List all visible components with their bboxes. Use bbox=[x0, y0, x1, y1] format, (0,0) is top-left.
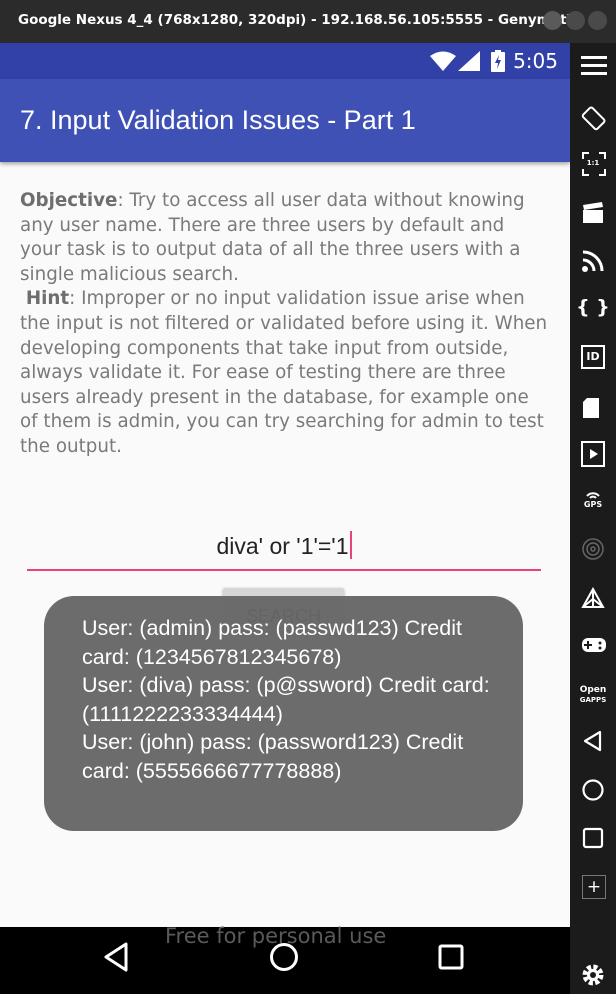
toast-line: User: (john) pass: (password123) Credit … bbox=[82, 730, 464, 783]
objective-label: Objective bbox=[20, 190, 118, 211]
gps-label: GPS bbox=[583, 500, 603, 509]
gps-icon[interactable]: GPS bbox=[581, 488, 605, 512]
back-nav-icon[interactable] bbox=[102, 941, 132, 977]
watermark-text: Free for personal use bbox=[165, 924, 387, 948]
add-icon[interactable]: + bbox=[582, 875, 606, 899]
open-gapps-label-2: GAPPS bbox=[579, 696, 607, 704]
signal-icon bbox=[458, 51, 480, 75]
gamepad-icon[interactable] bbox=[581, 635, 606, 659]
battery-icon bbox=[491, 50, 505, 76]
recent-apps-icon[interactable] bbox=[581, 826, 605, 850]
toast-line: User: (diva) pass: (p@ssword) Credit car… bbox=[82, 673, 490, 726]
search-input[interactable]: diva' or '1'='1 bbox=[27, 521, 541, 571]
toast-message: User: (admin) pass: (passwd123) Credit c… bbox=[44, 596, 523, 831]
wifi-icon bbox=[430, 51, 456, 75]
toast-text: User: (admin) pass: (passwd123) Credit c… bbox=[82, 614, 492, 785]
device-id-icon[interactable]: ID bbox=[581, 345, 605, 369]
window-title-bar: Google Nexus 4_4 (768x1280, 320dpi) - 19… bbox=[0, 0, 616, 43]
instructions-text: Objective: Try to access all user data w… bbox=[20, 189, 550, 460]
pixel-perfect-icon[interactable]: 1:1 bbox=[581, 151, 606, 176]
hint-text: : Improper or no input validation issue … bbox=[20, 288, 548, 457]
status-clock: 5:05 bbox=[513, 49, 558, 73]
recents-nav-icon[interactable] bbox=[436, 941, 466, 977]
window-minimize-button[interactable] bbox=[543, 11, 562, 30]
fingerprint-icon[interactable] bbox=[581, 537, 605, 561]
sd-card-icon[interactable] bbox=[581, 396, 605, 420]
open-gapps-label-1: Open bbox=[579, 685, 607, 695]
braces-glyph: { } bbox=[576, 296, 610, 318]
text-caret bbox=[349, 531, 352, 559]
home-icon[interactable] bbox=[581, 778, 605, 802]
window-maximize-button[interactable] bbox=[566, 11, 585, 30]
search-input-value: diva' or '1'='1 bbox=[216, 533, 349, 559]
page-title: 7. Input Validation Issues - Part 1 bbox=[20, 105, 416, 135]
menu-icon[interactable] bbox=[581, 55, 607, 79]
window-close-button[interactable] bbox=[588, 11, 607, 30]
rss-icon[interactable] bbox=[581, 249, 605, 273]
settings-icon[interactable] bbox=[581, 963, 605, 987]
screen-capture-icon[interactable] bbox=[581, 201, 605, 225]
open-gapps-button[interactable]: Open GAPPS bbox=[570, 685, 616, 705]
media-icon[interactable] bbox=[581, 441, 605, 467]
emulator-toolbar: 1:1 { } ID GPS Open GAPPS + bbox=[570, 43, 616, 994]
app-bar: 7. Input Validation Issues - Part 1 bbox=[0, 79, 570, 162]
network-icon[interactable] bbox=[581, 587, 605, 611]
device-id-label: ID bbox=[586, 350, 600, 363]
rotate-icon[interactable] bbox=[581, 105, 606, 131]
back-icon[interactable] bbox=[581, 729, 605, 753]
device-screen: 5:05 7. Input Validation Issues - Part 1… bbox=[0, 43, 570, 994]
window-title: Google Nexus 4_4 (768x1280, 320dpi) - 19… bbox=[18, 12, 585, 28]
status-bar: 5:05 bbox=[0, 43, 570, 79]
pixel-perfect-label: 1:1 bbox=[586, 159, 600, 167]
hint-label: Hint bbox=[25, 288, 70, 310]
toast-line: User: (admin) pass: (passwd123) Credit c… bbox=[82, 616, 462, 669]
braces-icon[interactable]: { } bbox=[576, 296, 610, 320]
